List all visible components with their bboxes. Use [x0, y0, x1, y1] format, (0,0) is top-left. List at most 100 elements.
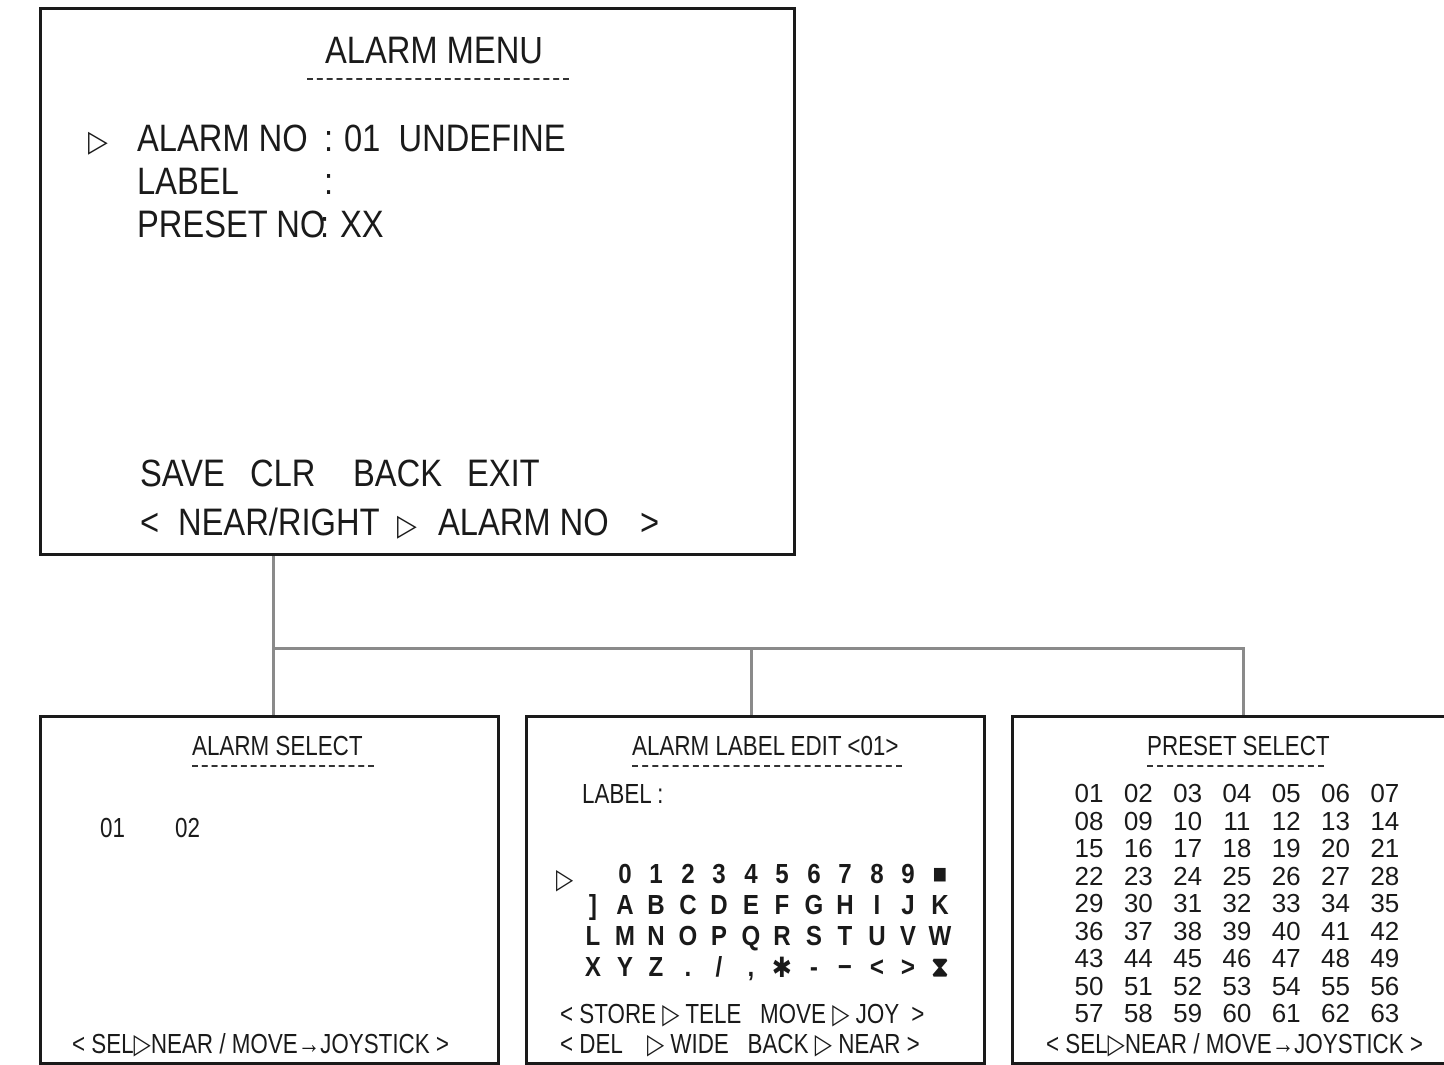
- preset-cell[interactable]: 19: [1266, 833, 1306, 864]
- char-cell[interactable]: ■: [927, 858, 953, 890]
- preset-cell[interactable]: 36: [1069, 916, 1109, 947]
- char-cell[interactable]: 7: [832, 858, 858, 890]
- char-cell[interactable]: J: [895, 889, 921, 921]
- preset-cell[interactable]: 06: [1316, 778, 1356, 809]
- char-cell[interactable]: Z: [643, 951, 669, 983]
- clear-button[interactable]: CLR: [250, 453, 315, 496]
- alarm-item[interactable]: 01: [100, 812, 125, 844]
- char-cell[interactable]: .: [675, 951, 701, 983]
- char-cell[interactable]: S: [801, 920, 827, 952]
- preset-cell[interactable]: 26: [1266, 861, 1306, 892]
- preset-cell[interactable]: 38: [1168, 916, 1208, 947]
- preset-cell[interactable]: 25: [1217, 861, 1257, 892]
- preset-cell[interactable]: 58: [1118, 998, 1158, 1029]
- preset-cell[interactable]: 09: [1118, 806, 1158, 837]
- preset-cell[interactable]: 35: [1365, 888, 1405, 919]
- preset-cell[interactable]: 41: [1316, 916, 1356, 947]
- char-cell[interactable]: H: [832, 889, 858, 921]
- preset-cell[interactable]: 21: [1365, 833, 1405, 864]
- char-cell[interactable]: <: [864, 951, 890, 983]
- preset-cell[interactable]: 44: [1118, 943, 1158, 974]
- char-cell[interactable]: 2: [675, 858, 701, 890]
- char-cell[interactable]: W: [927, 920, 953, 952]
- preset-cell[interactable]: 33: [1266, 888, 1306, 919]
- preset-cell[interactable]: 28: [1365, 861, 1405, 892]
- preset-cell[interactable]: 05: [1266, 778, 1306, 809]
- char-cell[interactable]: Q: [738, 920, 764, 952]
- preset-cell[interactable]: 10: [1168, 806, 1208, 837]
- char-cell[interactable]: O: [675, 920, 701, 952]
- preset-cell[interactable]: 23: [1118, 861, 1158, 892]
- preset-cell[interactable]: 47: [1266, 943, 1306, 974]
- preset-cell[interactable]: 18: [1217, 833, 1257, 864]
- preset-cell[interactable]: 49: [1365, 943, 1405, 974]
- preset-cell[interactable]: 59: [1168, 998, 1208, 1029]
- preset-cell[interactable]: 37: [1118, 916, 1158, 947]
- preset-cell[interactable]: 11: [1217, 806, 1257, 837]
- char-cell[interactable]: I: [864, 889, 890, 921]
- preset-cell[interactable]: 29: [1069, 888, 1109, 919]
- char-cell[interactable]: T: [832, 920, 858, 952]
- preset-cell[interactable]: 13: [1316, 806, 1356, 837]
- char-cell[interactable]: L: [580, 920, 606, 952]
- preset-cell[interactable]: 40: [1266, 916, 1306, 947]
- char-cell[interactable]: Y: [612, 951, 638, 983]
- preset-cell[interactable]: 55: [1316, 971, 1356, 1002]
- preset-cell[interactable]: 52: [1168, 971, 1208, 1002]
- char-cell[interactable]: E: [738, 889, 764, 921]
- char-cell[interactable]: −: [832, 951, 858, 983]
- preset-cell[interactable]: 14: [1365, 806, 1405, 837]
- preset-cell[interactable]: 03: [1168, 778, 1208, 809]
- preset-cell[interactable]: 60: [1217, 998, 1257, 1029]
- alarm-item[interactable]: 02: [175, 812, 200, 844]
- preset-cell[interactable]: 39: [1217, 916, 1257, 947]
- char-cell[interactable]: >: [895, 951, 921, 983]
- char-cell[interactable]: 4: [738, 858, 764, 890]
- preset-cell[interactable]: 24: [1168, 861, 1208, 892]
- preset-cell[interactable]: 61: [1266, 998, 1306, 1029]
- preset-cell[interactable]: 30: [1118, 888, 1158, 919]
- char-cell[interactable]: 6: [801, 858, 827, 890]
- preset-cell[interactable]: 57: [1069, 998, 1109, 1029]
- char-cell[interactable]: ,: [738, 951, 764, 983]
- char-cell[interactable]: N: [643, 920, 669, 952]
- char-cell[interactable]: 0: [612, 858, 638, 890]
- char-cell[interactable]: 9: [895, 858, 921, 890]
- preset-cell[interactable]: 54: [1266, 971, 1306, 1002]
- preset-cell[interactable]: 15: [1069, 833, 1109, 864]
- preset-cell[interactable]: 51: [1118, 971, 1158, 1002]
- preset-cell[interactable]: 43: [1069, 943, 1109, 974]
- char-cell[interactable]: V: [895, 920, 921, 952]
- char-cell[interactable]: K: [927, 889, 953, 921]
- exit-button[interactable]: EXIT: [467, 453, 540, 496]
- preset-cell[interactable]: 04: [1217, 778, 1257, 809]
- preset-cell[interactable]: 63: [1365, 998, 1405, 1029]
- preset-cell[interactable]: 07: [1365, 778, 1405, 809]
- char-cell[interactable]: A: [612, 889, 638, 921]
- char-cell[interactable]: 8: [864, 858, 890, 890]
- char-cell[interactable]: B: [643, 889, 669, 921]
- preset-cell[interactable]: 27: [1316, 861, 1356, 892]
- char-cell[interactable]: P: [706, 920, 732, 952]
- preset-cell[interactable]: 01: [1069, 778, 1109, 809]
- preset-cell[interactable]: 22: [1069, 861, 1109, 892]
- char-cell[interactable]: D: [706, 889, 732, 921]
- char-cell[interactable]: F: [769, 889, 795, 921]
- preset-cell[interactable]: 56: [1365, 971, 1405, 1002]
- char-cell[interactable]: ]: [580, 889, 606, 921]
- preset-cell[interactable]: 02: [1118, 778, 1158, 809]
- char-cell[interactable]: G: [801, 889, 827, 921]
- preset-cell[interactable]: 12: [1266, 806, 1306, 837]
- preset-cell[interactable]: 34: [1316, 888, 1356, 919]
- char-cell[interactable]: R: [769, 920, 795, 952]
- char-cell[interactable]: U: [864, 920, 890, 952]
- preset-cell[interactable]: 45: [1168, 943, 1208, 974]
- preset-cell[interactable]: 08: [1069, 806, 1109, 837]
- char-cell[interactable]: -: [801, 951, 827, 983]
- char-cell[interactable]: 5: [769, 858, 795, 890]
- preset-cell[interactable]: 48: [1316, 943, 1356, 974]
- preset-cell[interactable]: 42: [1365, 916, 1405, 947]
- preset-cell[interactable]: 50: [1069, 971, 1109, 1002]
- char-cell[interactable]: ⧗: [927, 951, 953, 984]
- preset-cell[interactable]: 16: [1118, 833, 1158, 864]
